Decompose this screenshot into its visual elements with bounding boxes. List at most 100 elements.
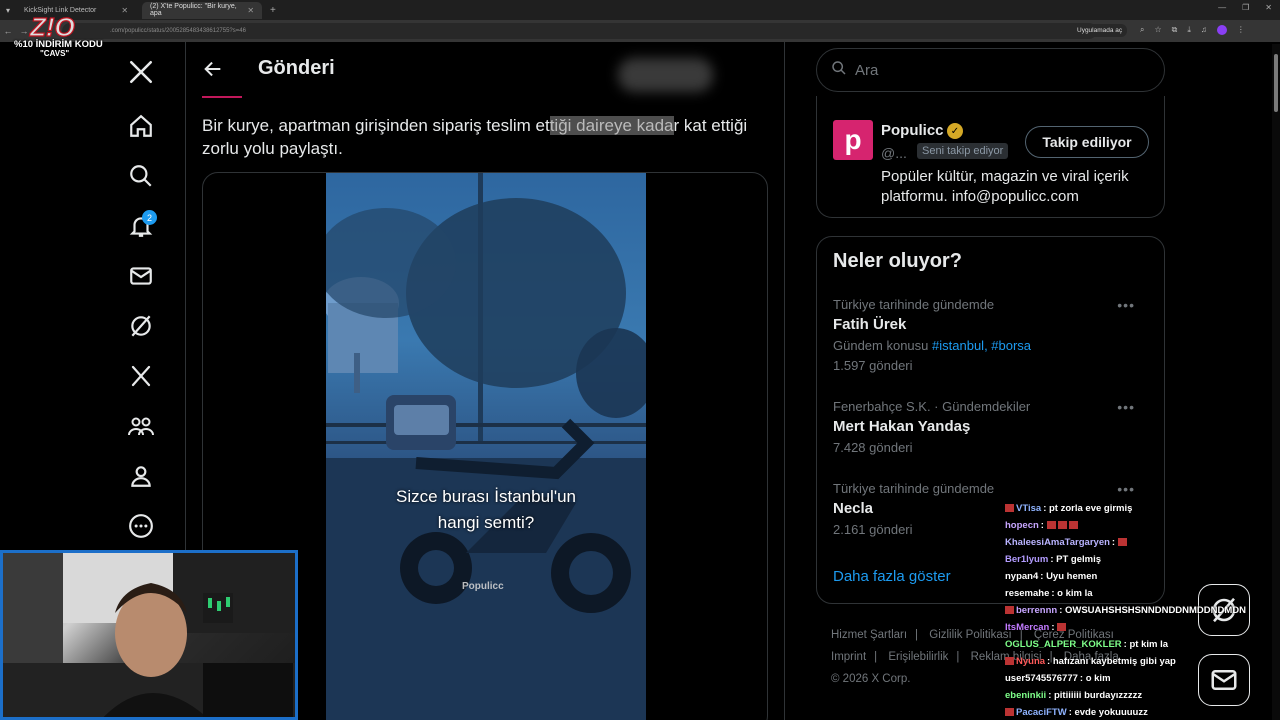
zoom-icon[interactable]: ⌕	[1140, 25, 1144, 35]
chat-username: nypan4	[1005, 571, 1039, 582]
close-icon[interactable]: ✕	[121, 6, 128, 15]
url-field[interactable]: .com/populicc/status/2005285483438612755…	[62, 23, 1097, 39]
page-title: Gönderi	[258, 57, 335, 79]
blurred-region	[618, 58, 713, 92]
video-frame	[326, 173, 646, 720]
chat-username: PacaciFTW	[1016, 707, 1067, 718]
page-scrollbar[interactable]	[1272, 44, 1280, 720]
profile-handle: @...	[881, 145, 907, 161]
webcam-overlay	[0, 550, 298, 720]
chat-message: nypan4: Uyu hemen	[1005, 568, 1265, 585]
profile-icon[interactable]	[116, 458, 166, 494]
scrollbar-thumb[interactable]	[1274, 54, 1278, 112]
chat-username: Ber1lyum	[1005, 554, 1049, 565]
emote-icon	[1046, 521, 1056, 530]
trend-meta: Türkiye tarihinde gündemde	[833, 481, 995, 496]
address-bar: ← → .com/populicc/status/200528548343861…	[0, 20, 1280, 42]
post-text: Bir kurye, apartman girişinden sipariş t…	[202, 114, 778, 160]
post-text-part: Bir kurye, apartman girişinden sipariş t…	[202, 116, 550, 135]
show-more-link[interactable]: Daha fazla göster	[833, 568, 951, 585]
search-icon[interactable]	[116, 158, 166, 194]
trend-meta: Fenerbahçe S.K. · Gündemdekiler	[833, 399, 1031, 414]
chat-text: : o kim la	[1051, 588, 1093, 599]
badge-icon	[1005, 657, 1014, 666]
chat-text: : OWSUAHSHSHSNNDNDDNMDDNDMDN	[1059, 605, 1247, 616]
stream-chat-overlay: VTisa: pt zorla eve girmiş hopecn: Khale…	[1005, 500, 1265, 720]
trend-item[interactable]: Türkiye tarihinde gündemde Fatih Ürek Gü…	[833, 297, 1153, 373]
footer-link[interactable]: Hizmet Şartları	[831, 629, 907, 641]
x-premium-icon[interactable]	[116, 358, 166, 394]
chat-message: resemahe: o kim la	[1005, 585, 1265, 602]
download-icon[interactable]: ⤓	[1187, 25, 1191, 35]
chat-message: VTisa: pt zorla eve girmiş	[1005, 500, 1265, 517]
tab-menu-icon[interactable]: ▾	[6, 6, 10, 15]
footer-link[interactable]: Erişilebilirlik	[888, 651, 948, 663]
profile-bio: Popüler kültür, magazin ve viral içerik …	[881, 168, 1129, 205]
chat-username: resemahe	[1005, 588, 1050, 599]
restore-icon[interactable]: ❐	[1242, 3, 1249, 12]
more-options-icon[interactable]: •••	[1117, 297, 1135, 313]
chat-message: ebeninkii: pitiiiiii burdayızzzzz	[1005, 687, 1265, 704]
video-watermark: Populicc	[462, 581, 504, 592]
post-text-highlight: tiği daireye kada	[549, 116, 674, 135]
trend-hashtags[interactable]: #istanbul, #borsa	[932, 338, 1031, 353]
grok-icon[interactable]	[116, 308, 166, 344]
following-button[interactable]: Takip ediliyor	[1025, 126, 1149, 158]
profile-avatar-icon[interactable]	[1216, 25, 1227, 35]
trend-item[interactable]: Fenerbahçe S.K. · Gündemdekiler Mert Hak…	[833, 399, 1153, 455]
media-icon[interactable]: ♫	[1201, 25, 1207, 35]
close-window-icon[interactable]: ✕	[1265, 3, 1272, 12]
author-profile-card: p Populicc ✓ @... Seni takip ediyor Taki…	[816, 96, 1165, 218]
footer-link[interactable]: Imprint	[831, 651, 866, 663]
chat-text: :	[1051, 622, 1055, 633]
promo-line2: "CAVS"	[40, 49, 70, 58]
extensions-icon[interactable]: ⧉	[1172, 25, 1178, 35]
minimize-icon[interactable]: —	[1218, 3, 1226, 12]
more-options-icon[interactable]: •••	[1117, 481, 1135, 497]
video-player[interactable]: Sizce burası İstanbul'un hangi semti? Po…	[326, 173, 646, 720]
tab-populicc[interactable]: (2) X'te Populicc: "Bir kurye, apa ✕	[142, 1, 263, 19]
search-placeholder: Ara	[855, 61, 879, 79]
open-in-app-button[interactable]: Uygulamada aç	[1072, 24, 1128, 37]
search-input[interactable]: Ara	[816, 48, 1165, 92]
chat-text: : pt zorla eve girmiş	[1043, 503, 1133, 514]
x-logo-icon[interactable]	[116, 54, 166, 90]
close-icon[interactable]: ✕	[247, 6, 254, 15]
trend-subtitle: Gündem konusu #istanbul, #borsa	[833, 338, 1153, 353]
avatar[interactable]: p	[833, 120, 873, 160]
chat-message: hopecn:	[1005, 517, 1265, 534]
bookmark-star-icon[interactable]: ☆	[1154, 25, 1161, 35]
communities-icon[interactable]	[116, 408, 166, 444]
footer-link[interactable]: Gizlilik Politikası	[929, 629, 1011, 641]
chat-message: user5745576777: o kim	[1005, 670, 1265, 687]
chat-text: : o kim	[1079, 673, 1111, 684]
stream-promo-overlay: Z!O %10 İNDİRİM KODU "CAVS"	[12, 11, 103, 58]
chat-text: : PT gelmiş	[1050, 554, 1101, 565]
follows-you-badge: Seni takip ediyor	[917, 143, 1009, 159]
back-arrow-icon[interactable]	[202, 58, 224, 85]
chat-message: OGLUS_ALPER_KOKLER: pt kim la	[1005, 636, 1265, 653]
menu-dots-icon[interactable]: ⋮	[1237, 25, 1245, 35]
notifications-bell-icon[interactable]: 2	[116, 208, 166, 244]
browser-tab-bar: ▾ KickSight Link Detector ✕ (2) X'te Pop…	[0, 0, 1280, 20]
notification-badge: 2	[142, 210, 157, 225]
more-icon[interactable]	[116, 508, 166, 544]
new-tab-icon[interactable]: +	[270, 5, 276, 16]
video-caption: Sizce burası İstanbul'un	[396, 487, 576, 506]
post-header: Gönderi	[186, 44, 784, 96]
trend-topic-label: Gündem konusu	[833, 338, 929, 353]
badge-icon	[1005, 708, 1014, 717]
chat-username: ebeninkii	[1005, 690, 1047, 701]
chat-message: Ber1lyum: PT gelmiş	[1005, 551, 1265, 568]
chat-message: ItsMercan:	[1005, 619, 1265, 636]
chat-username: berrennn	[1016, 605, 1058, 616]
mail-icon[interactable]	[116, 258, 166, 294]
more-options-icon[interactable]: •••	[1117, 399, 1135, 415]
emote-icon	[1117, 538, 1127, 547]
chat-username: KhaleesiAmaTargaryen	[1005, 537, 1110, 548]
chat-text: : Uyu hemen	[1040, 571, 1098, 582]
trend-meta: Türkiye tarihinde gündemde	[833, 297, 995, 312]
chat-username: OGLUS_ALPER_KOKLER	[1005, 639, 1122, 650]
profile-name[interactable]: Populicc	[881, 122, 944, 139]
home-icon[interactable]	[116, 108, 166, 144]
